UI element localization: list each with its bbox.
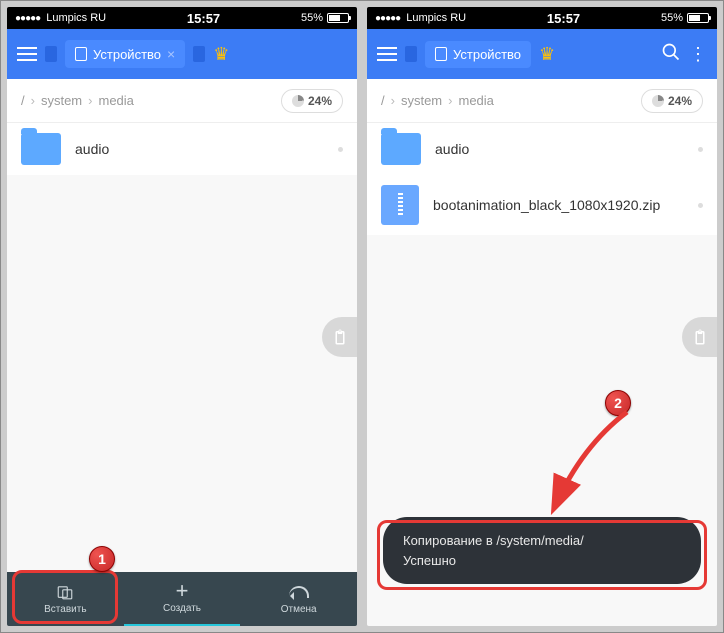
battery-icon	[687, 13, 709, 23]
storage-badge[interactable]: 24%	[641, 89, 703, 113]
breadcrumb-system[interactable]: system	[401, 93, 442, 108]
list-item[interactable]: bootanimation_black_1080x1920.zip	[367, 175, 717, 235]
chevron-right-icon: ›	[88, 93, 92, 108]
item-menu-dot[interactable]	[338, 147, 343, 152]
clipboard-icon	[691, 328, 709, 346]
tab-prev-hint[interactable]	[45, 46, 57, 62]
search-icon[interactable]	[661, 42, 681, 67]
device-icon	[435, 47, 447, 61]
breadcrumb-media[interactable]: media	[458, 93, 493, 108]
item-menu-dot[interactable]	[698, 203, 703, 208]
zip-icon	[381, 185, 419, 225]
tab-label: Устройство	[453, 47, 521, 62]
status-left: ●●●●● Lumpics RU	[15, 12, 106, 24]
breadcrumb: / › system › media 24%	[7, 79, 357, 123]
device-icon	[75, 47, 87, 61]
breadcrumb-media[interactable]: media	[98, 93, 133, 108]
list-item[interactable]: audio	[367, 123, 717, 175]
file-list: audio bootanimation_black_1080x1920.zip	[367, 123, 717, 235]
cancel-label: Отмена	[281, 604, 317, 615]
annotation-arrow	[527, 406, 647, 526]
clipboard-fab[interactable]	[322, 317, 357, 357]
tab-device[interactable]: Устройство ×	[65, 40, 185, 68]
storage-badge[interactable]: 24%	[281, 89, 343, 113]
clock-label: 15:57	[466, 11, 661, 26]
pie-chart-icon	[652, 95, 664, 107]
annotation-highlight-1	[12, 570, 118, 624]
tutorial-composite: ●●●●● Lumpics RU 15:57 55% Устройство × …	[0, 0, 724, 633]
breadcrumb-root[interactable]: /	[21, 93, 25, 108]
battery-pct-label: 55%	[301, 12, 323, 24]
clock-label: 15:57	[106, 11, 301, 26]
clipboard-fab[interactable]	[682, 317, 717, 357]
clipboard-icon	[331, 328, 349, 346]
create-label: Создать	[163, 603, 201, 614]
more-vert-icon[interactable]: ⋮	[689, 44, 707, 65]
file-name: audio	[75, 141, 109, 157]
item-menu-dot[interactable]	[698, 147, 703, 152]
status-right: 55%	[301, 12, 349, 24]
folder-icon	[21, 133, 61, 165]
annotation-highlight-2	[377, 520, 707, 590]
menu-icon[interactable]	[17, 47, 37, 61]
carrier-label: Lumpics RU	[406, 12, 466, 24]
list-item[interactable]: audio	[7, 123, 357, 175]
chevron-right-icon: ›	[448, 93, 452, 108]
tab-prev-hint[interactable]	[405, 46, 417, 62]
phone-right: ●●●●● Lumpics RU 15:57 55% Устройство ♛ …	[367, 7, 717, 626]
phone-left: ●●●●● Lumpics RU 15:57 55% Устройство × …	[7, 7, 357, 626]
carrier-label: Lumpics RU	[46, 12, 106, 24]
file-name: audio	[435, 141, 469, 157]
annotation-marker-1: 1	[89, 546, 115, 572]
storage-pct: 24%	[668, 94, 692, 108]
signal-dots-icon: ●●●●●	[15, 13, 40, 24]
cancel-button[interactable]: Отмена	[240, 572, 357, 626]
create-button[interactable]: + Создать	[124, 572, 241, 626]
battery-icon	[327, 13, 349, 23]
tab-label: Устройство	[93, 47, 161, 62]
pie-chart-icon	[292, 95, 304, 107]
chevron-right-icon: ›	[31, 93, 35, 108]
app-bar: Устройство ♛ ⋮	[367, 29, 717, 79]
crown-icon[interactable]: ♛	[539, 44, 555, 65]
app-bar: Устройство × ♛	[7, 29, 357, 79]
breadcrumb-system[interactable]: system	[41, 93, 82, 108]
storage-pct: 24%	[308, 94, 332, 108]
plus-icon: +	[176, 580, 189, 602]
menu-icon[interactable]	[377, 47, 397, 61]
status-bar: ●●●●● Lumpics RU 15:57 55%	[367, 7, 717, 29]
tab-next-hint[interactable]	[193, 46, 205, 62]
breadcrumb-root[interactable]: /	[381, 93, 385, 108]
breadcrumb: / › system › media 24%	[367, 79, 717, 123]
folder-icon	[381, 133, 421, 165]
battery-pct-label: 55%	[661, 12, 683, 24]
file-list: audio	[7, 123, 357, 175]
undo-icon	[289, 586, 309, 598]
chevron-right-icon: ›	[391, 93, 395, 108]
signal-dots-icon: ●●●●●	[375, 13, 400, 24]
status-left: ●●●●● Lumpics RU	[375, 12, 466, 24]
file-name: bootanimation_black_1080x1920.zip	[433, 197, 660, 213]
status-bar: ●●●●● Lumpics RU 15:57 55%	[7, 7, 357, 29]
close-icon[interactable]: ×	[167, 46, 175, 62]
status-right: 55%	[661, 12, 709, 24]
crown-icon[interactable]: ♛	[213, 44, 229, 65]
tab-device[interactable]: Устройство	[425, 41, 531, 68]
